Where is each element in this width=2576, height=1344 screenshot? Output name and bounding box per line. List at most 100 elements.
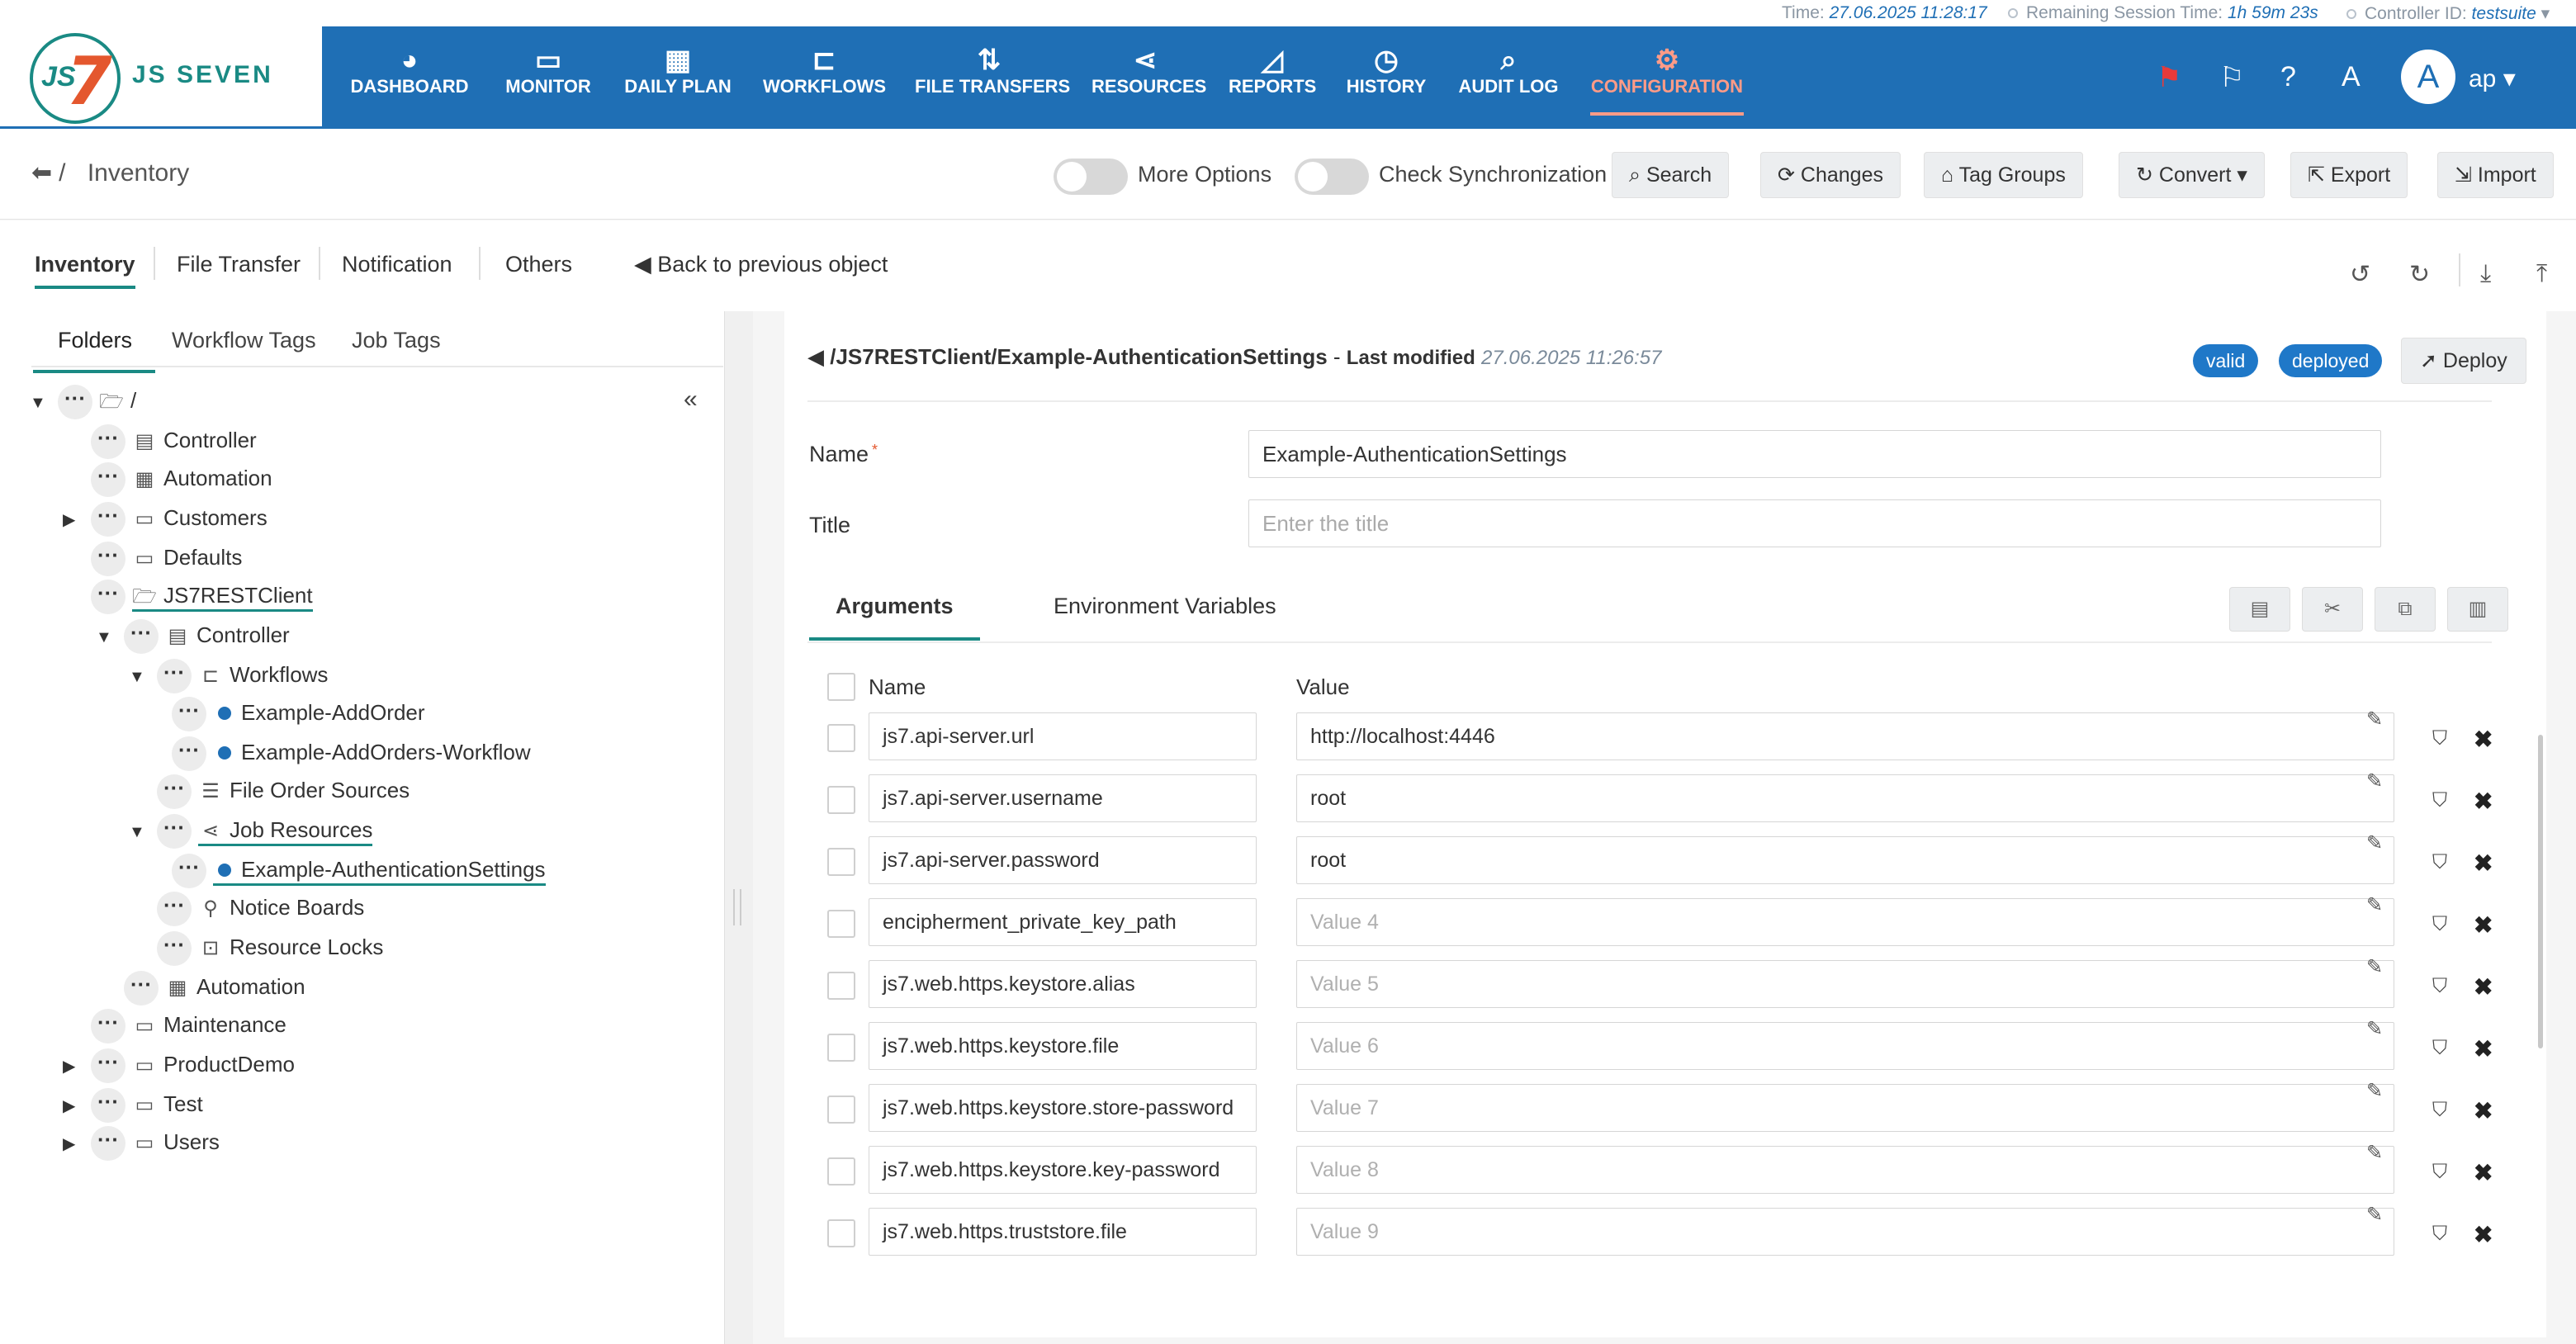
caret-right-icon[interactable]: ▶ xyxy=(63,1088,91,1124)
tab-others[interactable]: Others xyxy=(505,252,572,277)
argument-name-input[interactable]: js7.api-server.username xyxy=(869,774,1257,822)
node-menu-icon[interactable]: ··· xyxy=(91,424,125,460)
tree-node-example-authenticationsettings[interactable]: ··· Example-AuthenticationSettings xyxy=(172,851,546,889)
argument-name-input[interactable]: js7.web.https.keystore.key-password xyxy=(869,1146,1257,1194)
node-menu-icon[interactable]: ··· xyxy=(172,736,206,772)
help-icon[interactable]: ? xyxy=(2280,61,2296,93)
node-menu-icon[interactable]: ··· xyxy=(124,619,159,655)
nav-reports[interactable]: ◿ REPORTS xyxy=(1229,26,1316,129)
tree-node-root[interactable]: ▼ ··· 🗁 / xyxy=(30,382,136,421)
edit-icon[interactable]: ✎ xyxy=(2366,707,2383,731)
argument-name-input[interactable]: js7.api-server.password xyxy=(869,836,1257,884)
remove-icon[interactable]: ✖ xyxy=(2474,788,2493,815)
tree-node-maintenance[interactable]: ··· ▭ Maintenance xyxy=(91,1006,286,1044)
row-checkbox[interactable] xyxy=(827,786,855,814)
tag-groups-button[interactable]: ⌂ Tag Groups xyxy=(1924,152,2083,198)
resize-handle[interactable] xyxy=(733,889,741,925)
js7-logo[interactable]: JS 7 JS SEVEN xyxy=(0,26,322,129)
tab-notification[interactable]: Notification xyxy=(342,252,452,277)
panel-resizer[interactable] xyxy=(725,311,753,1344)
edit-icon[interactable]: ✎ xyxy=(2366,1017,2383,1041)
edit-icon[interactable]: ✎ xyxy=(2366,1079,2383,1103)
avatar[interactable]: A xyxy=(2401,50,2455,104)
node-menu-icon[interactable]: ··· xyxy=(157,774,192,810)
tree-node-example-addorder[interactable]: ··· Example-AddOrder xyxy=(172,694,425,732)
node-menu-icon[interactable]: ··· xyxy=(91,1126,125,1162)
caret-right-icon[interactable]: ▶ xyxy=(63,1048,91,1085)
row-checkbox[interactable] xyxy=(827,848,855,876)
row-checkbox[interactable] xyxy=(827,1034,855,1062)
collapse-panel-icon[interactable]: « xyxy=(684,386,698,414)
convert-button[interactable]: ↻ Convert ▾ xyxy=(2119,152,2265,198)
check-sync-toggle[interactable] xyxy=(1295,159,1369,195)
argument-value-input[interactable]: http://localhost:4446 xyxy=(1296,712,2394,760)
shield-icon[interactable]: ⛉ xyxy=(2432,1161,2447,1184)
node-menu-icon[interactable]: ··· xyxy=(157,814,192,849)
argument-name-input[interactable]: encipherment_private_key_path xyxy=(869,898,1257,946)
notifications-flag-icon[interactable]: ⚐ xyxy=(2219,61,2244,94)
node-menu-icon[interactable]: ··· xyxy=(157,931,192,967)
import-button[interactable]: ⇲ Import xyxy=(2437,152,2554,198)
nav-file-transfers[interactable]: ⇅ FILE TRANSFERS xyxy=(915,26,1070,129)
name-input[interactable]: Example-AuthenticationSettings xyxy=(1248,430,2381,478)
node-menu-icon[interactable]: ··· xyxy=(91,1009,125,1044)
node-menu-icon[interactable]: ··· xyxy=(91,542,125,577)
tree-node-customers[interactable]: ▶ ··· ▭ Customers xyxy=(63,499,268,537)
argument-value-input[interactable]: root xyxy=(1296,836,2394,884)
nav-dashboard[interactable]: ◕ DASHBOARD xyxy=(347,26,472,129)
tab-inventory[interactable]: Inventory xyxy=(35,252,135,289)
shield-icon[interactable]: ⛉ xyxy=(2432,851,2447,874)
back-arrow-icon[interactable]: ⬅ xyxy=(31,159,52,187)
vertical-scrollbar[interactable] xyxy=(2538,735,2543,1048)
node-menu-icon[interactable]: ··· xyxy=(91,1048,125,1084)
row-checkbox[interactable] xyxy=(827,724,855,752)
back-circle-icon[interactable]: ◀ xyxy=(807,344,824,369)
search-button[interactable]: ⌕ Search xyxy=(1612,152,1730,198)
argument-value-input[interactable]: Value 4 xyxy=(1296,898,2394,946)
upload-icon[interactable]: ⤒ xyxy=(2536,260,2547,288)
argument-name-input[interactable]: js7.web.https.truststore.file xyxy=(869,1208,1257,1256)
remove-icon[interactable]: ✖ xyxy=(2474,973,2493,1001)
node-menu-icon[interactable]: ··· xyxy=(172,697,206,732)
side-tab-job-tags[interactable]: Job Tags xyxy=(352,328,441,353)
remove-icon[interactable]: ✖ xyxy=(2474,1097,2493,1124)
row-checkbox[interactable] xyxy=(827,1219,855,1247)
node-menu-icon[interactable]: ··· xyxy=(91,1088,125,1124)
argument-name-input[interactable]: js7.api-server.url xyxy=(869,712,1257,760)
node-menu-icon[interactable]: ··· xyxy=(91,580,125,615)
argument-name-input[interactable]: js7.web.https.keystore.store-password xyxy=(869,1084,1257,1132)
caret-down-icon[interactable]: ▼ xyxy=(30,385,58,421)
row-checkbox[interactable] xyxy=(827,1157,855,1185)
tree-node-productdemo[interactable]: ▶ ··· ▭ ProductDemo xyxy=(63,1046,295,1085)
tree-node-controller[interactable]: ··· ▤ Controller xyxy=(91,422,257,460)
side-tab-workflow-tags[interactable]: Workflow Tags xyxy=(172,328,316,353)
row-checkbox[interactable] xyxy=(827,1096,855,1124)
node-menu-icon[interactable]: ··· xyxy=(124,971,159,1006)
redo-icon[interactable]: ↻ xyxy=(2409,260,2430,289)
shield-icon[interactable]: ⛉ xyxy=(2432,913,2447,936)
side-tab-folders[interactable]: Folders xyxy=(32,328,156,373)
argument-value-input[interactable]: Value 9 xyxy=(1296,1208,2394,1256)
title-input[interactable]: Enter the title xyxy=(1248,499,2381,547)
argument-value-input[interactable]: root xyxy=(1296,774,2394,822)
deploy-button[interactable]: ➚ Deploy xyxy=(2401,338,2526,384)
tree-node-js7restclient[interactable]: ··· 🗁 JS7RESTClient xyxy=(91,577,313,615)
node-menu-icon[interactable]: ··· xyxy=(91,502,125,537)
nav-daily-plan[interactable]: ▦ DAILY PLAN xyxy=(623,26,733,129)
tree-node-defaults[interactable]: ··· ▭ Defaults xyxy=(91,539,242,577)
argument-value-input[interactable]: Value 8 xyxy=(1296,1146,2394,1194)
tab-file-transfer[interactable]: File Transfer xyxy=(177,252,301,277)
tab-arguments[interactable]: Arguments xyxy=(809,594,979,641)
tree-node-workflows[interactable]: ▼ ··· ⊏ Workflows xyxy=(129,656,328,694)
remove-icon[interactable]: ✖ xyxy=(2474,911,2493,939)
edit-icon[interactable]: ✎ xyxy=(2366,831,2383,855)
argument-value-input[interactable]: Value 6 xyxy=(1296,1022,2394,1070)
caret-down-icon[interactable]: ▼ xyxy=(129,814,157,850)
paste-special-icon[interactable]: ▤ xyxy=(2229,587,2290,632)
nav-configuration[interactable]: ⚙ CONFIGURATION xyxy=(1590,26,1744,129)
remove-icon[interactable]: ✖ xyxy=(2474,1159,2493,1186)
row-checkbox[interactable] xyxy=(827,910,855,938)
caret-right-icon[interactable]: ▶ xyxy=(63,1126,91,1162)
node-menu-icon[interactable]: ··· xyxy=(58,385,92,420)
user-menu[interactable]: ap ▾ xyxy=(2469,64,2516,93)
